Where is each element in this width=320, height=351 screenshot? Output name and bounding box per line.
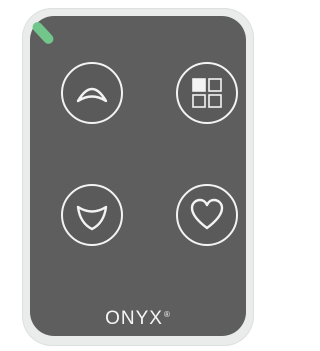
chevron-down-icon (76, 205, 108, 231)
registered-mark: ® (163, 309, 171, 319)
brand-logo: ONYX® (30, 308, 246, 330)
heart-icon (190, 198, 224, 230)
chevron-up-icon (76, 87, 108, 103)
menu-button[interactable] (176, 62, 238, 124)
grid-icon (192, 78, 222, 108)
favorite-button[interactable] (176, 184, 238, 246)
brand-name: ONYX (105, 308, 163, 329)
down-button[interactable] (61, 184, 123, 246)
remote-control: ONYX® (0, 0, 274, 351)
up-button[interactable] (61, 62, 123, 124)
